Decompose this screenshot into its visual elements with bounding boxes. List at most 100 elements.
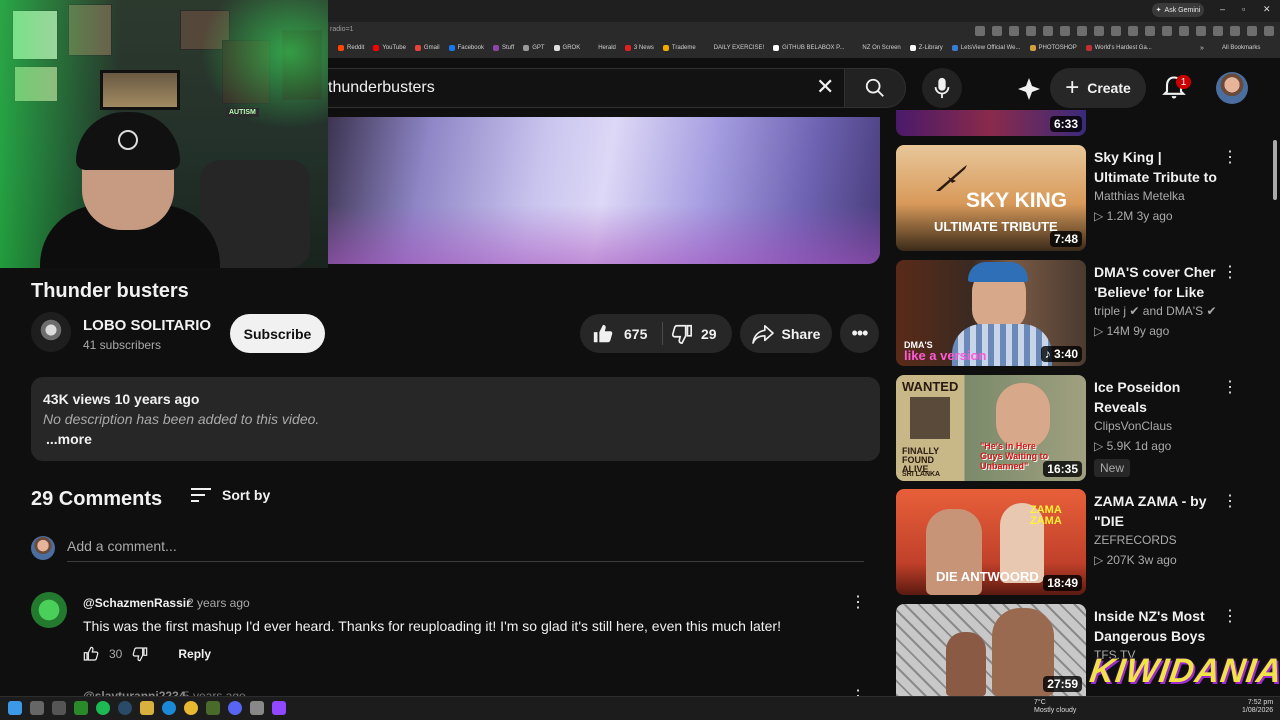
recommendation-channel[interactable]: Matthias Metelka (1094, 189, 1185, 203)
file-explorer-icon[interactable] (140, 701, 154, 715)
maximize-button[interactable]: ▫ (1242, 4, 1245, 14)
spotify-icon[interactable] (96, 701, 110, 715)
comment-author-avatar[interactable] (31, 592, 67, 628)
video-thumbnail[interactable]: SKY KING ULTIMATE TRIBUTE 7:48 (896, 145, 1086, 251)
profile-icon[interactable] (1264, 26, 1274, 36)
ask-gemini-button[interactable]: ✦ Ask Gemini (1152, 3, 1204, 17)
recommendation-title[interactable]: Inside NZ's Most Dangerous Boys ... (1094, 606, 1220, 646)
extension-icon[interactable] (1128, 26, 1138, 36)
comment-author[interactable]: @SchazmenRassir (83, 596, 191, 610)
recommendation-item[interactable]: WANTED FINALLY FOUND ALIVE SRI LANKA "He… (896, 375, 1266, 481)
reply-button[interactable]: Reply (178, 647, 211, 661)
video-thumbnail[interactable]: DMA'S like a version ♪ 3:40 (896, 260, 1086, 366)
recommendation-item[interactable]: ZAMA ZAMA DIE ANTWOORD 18:49 ZAMA ZAMA -… (896, 489, 1266, 595)
like-button[interactable]: 675 (580, 314, 662, 353)
bookmark-item[interactable]: Stuff (492, 45, 514, 51)
delete-icon[interactable] (1230, 26, 1240, 36)
extension-icon[interactable] (1111, 26, 1121, 36)
tab-search-icon[interactable] (1247, 26, 1257, 36)
description-more-link[interactable]: ...more (46, 431, 92, 447)
bookmark-item[interactable]: LetsView Official We... (951, 45, 1021, 51)
video-thumbnail[interactable]: 6:33 (896, 110, 1086, 136)
recommendation-item[interactable]: 6:33 (896, 110, 1266, 136)
bookmark-item[interactable]: GPT (523, 45, 545, 51)
clear-search-icon[interactable]: ✕ (816, 76, 834, 98)
recommendation-channel[interactable]: ZEFRECORDS (1094, 533, 1177, 547)
sort-by-button[interactable]: Sort by (190, 486, 270, 504)
channel-avatar[interactable] (31, 312, 71, 352)
thumbs-up-icon[interactable] (83, 646, 99, 662)
cast-icon[interactable] (975, 26, 985, 36)
scrollbar-thumb[interactable] (1273, 140, 1277, 200)
bookmark-item[interactable]: 3 News (624, 45, 654, 51)
minimize-button[interactable]: – (1220, 4, 1225, 14)
recommendation-title[interactable]: Sky King | Ultimate Tribute to Richard..… (1094, 147, 1220, 187)
download-icon[interactable] (1196, 26, 1206, 36)
share-button[interactable]: Share (740, 314, 832, 353)
recommendation-menu-icon[interactable]: ⋮ (1222, 606, 1238, 626)
recommendation-menu-icon[interactable]: ⋮ (1222, 377, 1238, 397)
all-bookmarks-button[interactable]: All Bookmarks (1222, 45, 1260, 51)
create-button[interactable]: + Create (1050, 68, 1146, 108)
eye-off-icon[interactable] (1009, 26, 1019, 36)
channel-name[interactable]: LOBO SOLITARIO (83, 317, 211, 334)
puzzle-icon[interactable] (1145, 26, 1155, 36)
url-text[interactable]: radio=1 (330, 26, 354, 33)
search-input[interactable]: thunderbusters (328, 79, 435, 97)
thumbs-down-icon[interactable] (132, 646, 148, 662)
video-thumbnail[interactable]: ZAMA ZAMA DIE ANTWOORD 18:49 (896, 489, 1086, 595)
app-icon[interactable] (250, 701, 264, 715)
edge-icon[interactable] (162, 701, 176, 715)
search-button[interactable] (844, 68, 906, 108)
discord-icon[interactable] (228, 701, 242, 715)
media-icon[interactable] (1213, 26, 1223, 36)
recommendation-title[interactable]: Ice Poseidon Reveals Streamin... (1094, 377, 1220, 417)
bookmark-item[interactable]: Z-Library (909, 45, 943, 51)
recommendation-title[interactable]: ZAMA ZAMA - by "DIE ANTWOORD"... (1094, 491, 1220, 531)
task-view-icon[interactable] (52, 701, 66, 715)
search-icon[interactable] (30, 701, 44, 715)
xbox-icon[interactable] (74, 701, 88, 715)
dislike-button[interactable]: 29 (663, 314, 732, 353)
bookmark-item[interactable]: GITHUB BELABOX P... (773, 45, 844, 51)
weather-widget[interactable]: 7°C Mostly cloudy (1034, 699, 1076, 715)
bookmark-item[interactable]: Facebook (448, 45, 484, 51)
video-thumbnail[interactable]: WANTED FINALLY FOUND ALIVE SRI LANKA "He… (896, 375, 1086, 481)
lock-icon[interactable] (1162, 26, 1172, 36)
bookmark-item[interactable]: DAILY EXERCISE! (704, 45, 764, 51)
video-player[interactable] (328, 117, 880, 264)
voice-search-button[interactable] (922, 68, 962, 108)
extension-icon[interactable] (1077, 26, 1087, 36)
bookmarks-overflow-button[interactable]: » (1200, 45, 1204, 52)
extension-icon[interactable] (1094, 26, 1104, 36)
bookmark-item[interactable]: World's Hardest Ga... (1085, 45, 1152, 51)
bookmark-item[interactable]: NZ On Screen (853, 45, 901, 51)
video-thumbnail[interactable]: 27:59 (896, 604, 1086, 696)
recommendation-menu-icon[interactable]: ⋮ (1222, 262, 1238, 282)
recommendation-item[interactable]: SKY KING ULTIMATE TRIBUTE 7:48 Sky King … (896, 145, 1266, 251)
recommendation-channel[interactable]: ClipsVonClaus (1094, 419, 1172, 433)
share-page-icon[interactable] (1026, 26, 1036, 36)
steam-icon[interactable] (118, 701, 132, 715)
bookmark-item[interactable]: Gmail (414, 45, 440, 51)
more-actions-button[interactable]: ••• (840, 314, 879, 353)
bookmark-item[interactable]: Herald (589, 45, 616, 51)
bookmark-item[interactable]: Trademe (662, 45, 696, 51)
recommendation-menu-icon[interactable]: ⋮ (1222, 147, 1238, 167)
comment-time[interactable]: 2 years ago (187, 596, 250, 610)
recommendation-item[interactable]: DMA'S like a version ♪ 3:40 DMA'S cover … (896, 260, 1266, 366)
app-icon[interactable] (206, 701, 220, 715)
comment-menu-icon[interactable]: ⋮ (850, 592, 866, 612)
bookmark-item[interactable]: Reddit (338, 45, 364, 51)
bookmark-item[interactable]: PHOTOSHOP (1029, 45, 1077, 51)
system-clock[interactable]: 7:52 pm 1/08/2026 (1242, 699, 1273, 715)
subscribe-button[interactable]: Subscribe (230, 314, 325, 353)
add-comment-input[interactable]: Add a comment... (67, 538, 864, 562)
twitch-icon[interactable] (272, 701, 286, 715)
bookmark-item[interactable]: GROK (553, 45, 580, 51)
star-icon[interactable] (1043, 26, 1053, 36)
recommendation-title[interactable]: DMA'S cover Cher 'Believe' for Like A... (1094, 262, 1220, 302)
chrome-icon[interactable] (184, 701, 198, 715)
scrollbar-track[interactable] (1272, 120, 1278, 690)
recommendation-channel[interactable]: triple j ✔ and DMA'S ✔ (1094, 304, 1217, 318)
